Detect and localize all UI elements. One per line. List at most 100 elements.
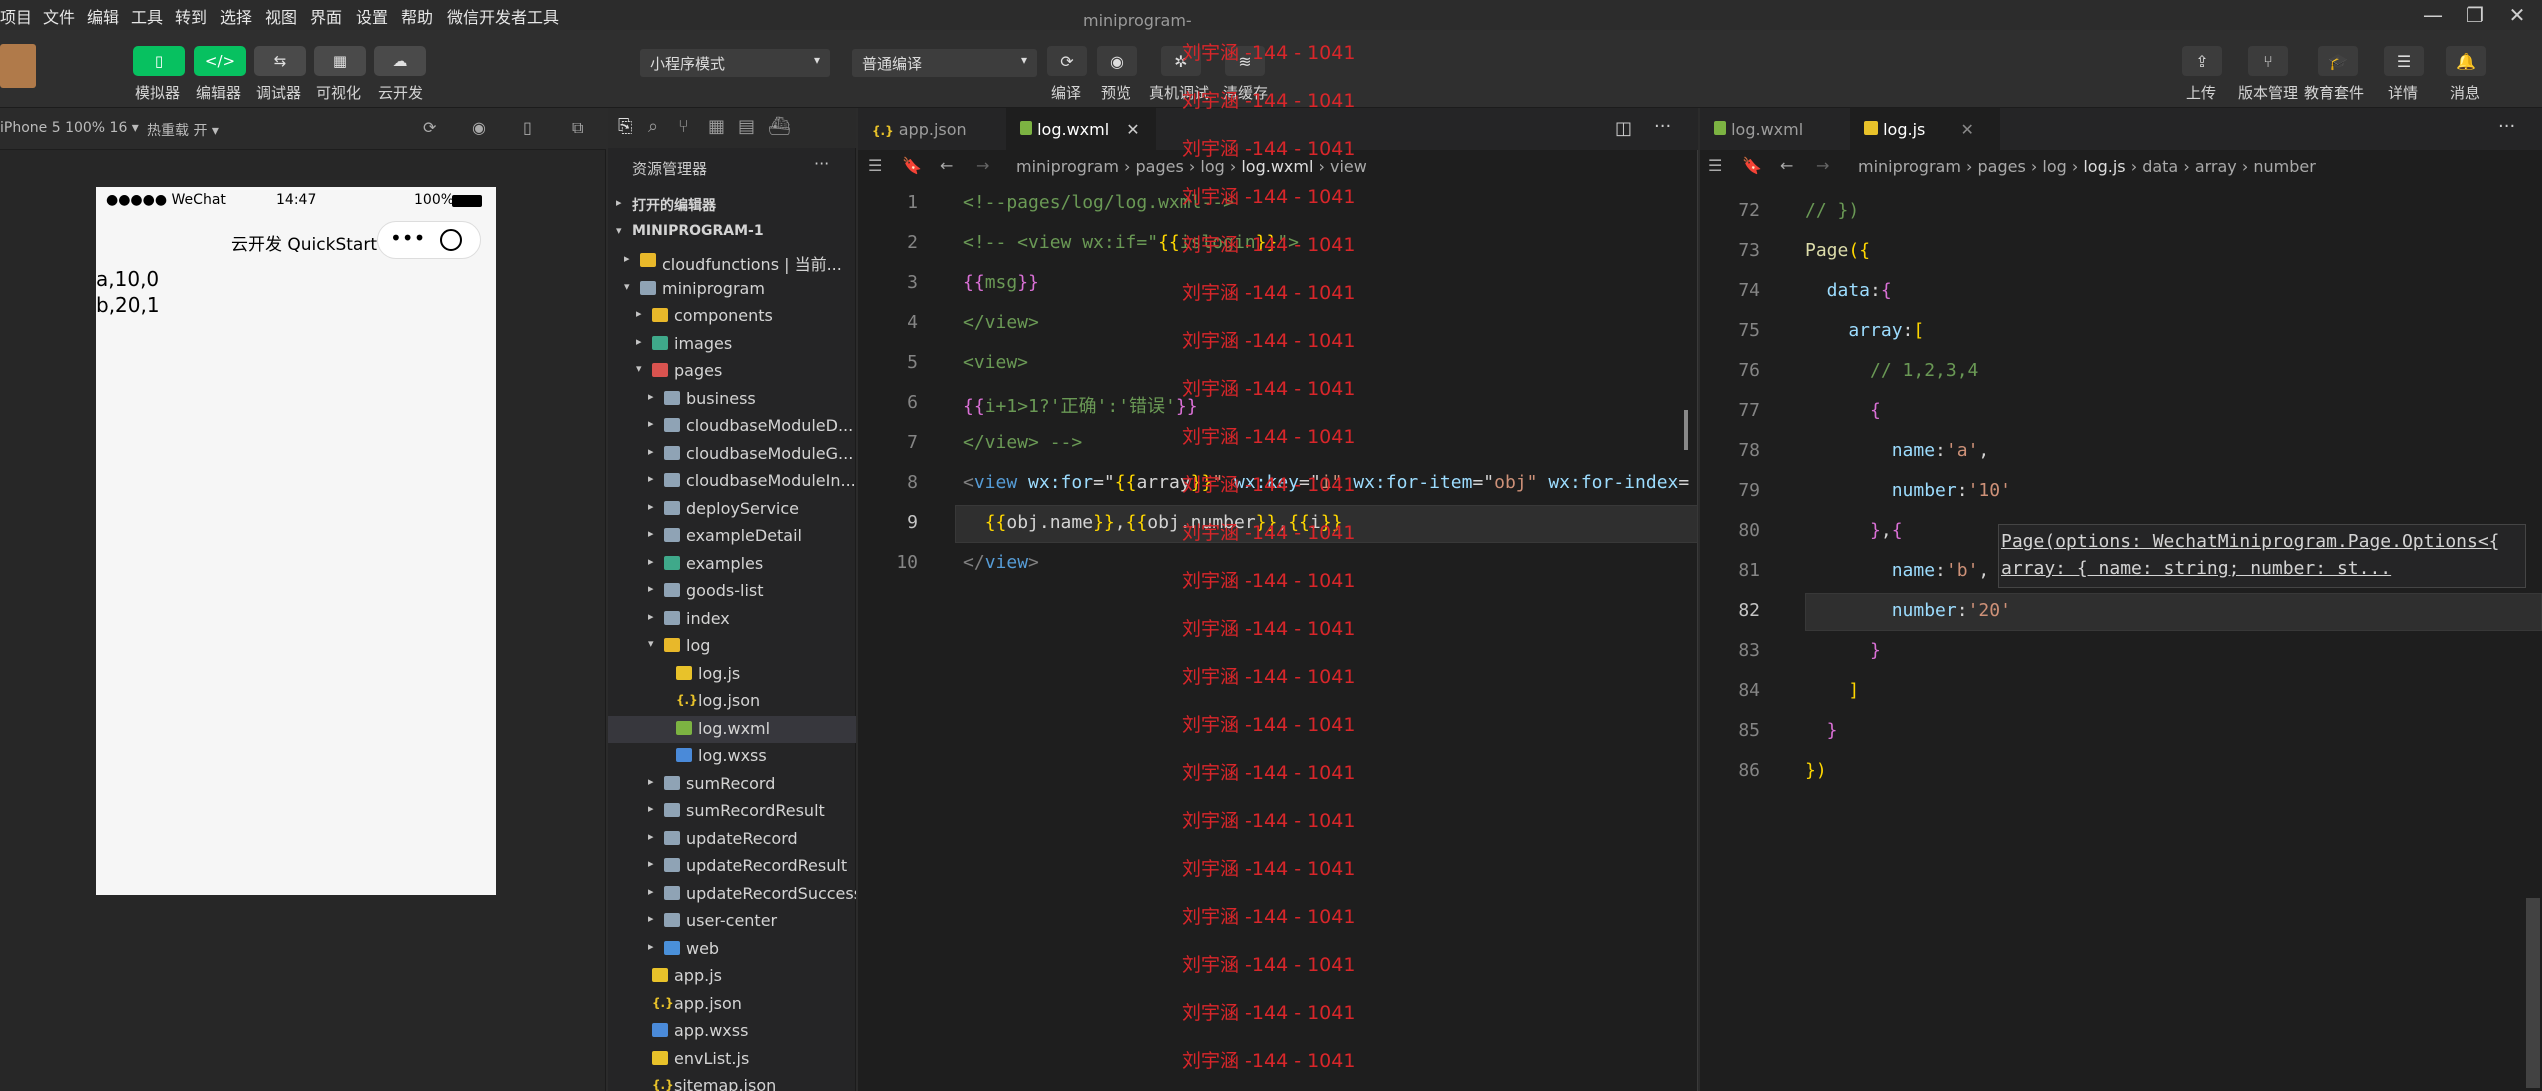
visual-toggle-button[interactable]: ▦ [314,46,366,76]
files-icon[interactable]: ⎘ [618,116,632,137]
breadcrumb-item[interactable]: pages [1978,157,2026,176]
phone-icon[interactable]: ▯ [523,118,532,137]
capsule-button[interactable]: ••• [377,221,481,259]
source-control-icon[interactable]: ⑂ [678,116,689,137]
preview-label[interactable]: 预览 [1101,82,1131,103]
menu-item[interactable]: 视图 [265,4,297,28]
tree-item[interactable]: ▸ updateRecordResult [608,853,856,880]
code-line[interactable]: // 1,2,3,4 [1805,360,1978,400]
code-line[interactable]: { [1805,400,1881,440]
breadcrumb-item[interactable]: array [2195,157,2237,176]
tree-item[interactable]: ▸ index [608,606,856,633]
tree-item[interactable]: app.wxss [608,1018,856,1045]
maximize-icon[interactable]: ❐ [2462,2,2488,28]
more-icon[interactable]: ••• [390,226,425,250]
bookmark-icon[interactable]: 🔖 [1742,156,1762,175]
tab-log-wxml[interactable]: log.wxml ✕ [1006,108,1156,150]
tree-item[interactable]: ▾ log [608,633,856,660]
tree-item[interactable]: ▸ cloudfunctions | 当前... [608,248,856,275]
breadcrumb-item[interactable]: miniprogram [1858,157,1961,176]
breadcrumb-item[interactable]: pages [1136,157,1184,176]
code-line[interactable]: name:'a', [1805,440,1990,480]
close-mini-icon[interactable] [440,229,462,251]
tree-item[interactable]: ▸ cloudbaseModuleG... [608,441,856,468]
code-line[interactable]: } [1805,640,1881,680]
forward-arrow-icon[interactable]: → [976,156,989,175]
tree-item[interactable]: ▸ cloudbaseModuleD... [608,413,856,440]
scrollbar[interactable] [2526,898,2540,1088]
back-arrow-icon[interactable]: ← [940,156,953,175]
code-line[interactable]: {{i+1>1?'正确':'错误'}} [963,392,1198,432]
code-line[interactable]: {{msg}} [963,272,1039,312]
code-line[interactable]: <view> [963,352,1028,392]
tree-item[interactable]: ▸ web [608,936,856,963]
docker-icon[interactable]: ⛴ [768,116,791,137]
menu-item[interactable]: 微信开发者工具 [447,4,559,28]
code-line[interactable]: // }) [1805,200,1859,240]
education-icon[interactable]: 🎓 [2318,46,2358,76]
more-actions-icon[interactable]: ··· [814,154,829,173]
bell-icon[interactable]: 🔔 [2446,46,2486,76]
tree-item[interactable]: {.} sitemap.json [608,1073,856,1091]
menu-item[interactable]: 设置 [356,4,388,28]
breadcrumb-item[interactable]: miniprogram [1016,157,1119,176]
list-icon[interactable]: ☰ [868,156,882,175]
bookmark-icon[interactable]: 🔖 [902,156,922,175]
menu-item[interactable]: 帮助 [401,4,433,28]
refresh-icon[interactable]: ⟳ [423,118,436,137]
breadcrumb-item[interactable]: log [2042,157,2066,176]
tree-item[interactable]: envList.js [608,1046,856,1073]
education-label[interactable]: 教育套件 [2304,82,2364,103]
menu-item[interactable]: 项目 [0,4,32,28]
tree-item[interactable]: log.wxss [608,743,856,770]
tree-item[interactable]: ▸ deployService [608,496,856,523]
tab-log-wxml-right[interactable]: log.wxml [1700,108,1850,150]
messages-label[interactable]: 消息 [2450,82,2480,103]
tree-item[interactable]: ▸ business [608,386,856,413]
code-line[interactable]: }) [1805,760,1827,800]
more-actions-icon[interactable]: ··· [2498,116,2515,137]
version-icon[interactable]: ⑂ [2248,46,2288,76]
compile-select[interactable]: 普通编译 ▾ [852,49,1037,77]
record-icon[interactable]: ◉ [472,118,486,137]
code-line[interactable]: number:'20' [1805,600,2011,640]
breadcrumb-item[interactable]: number [2253,157,2315,176]
open-editors-section[interactable]: ▸ 打开的编辑器 [608,192,856,219]
tree-item[interactable]: ▸ exampleDetail [608,523,856,550]
preview-icon[interactable]: ◉ [1097,46,1137,76]
upload-icon[interactable]: ⇪ [2182,46,2222,76]
simulator-toggle-button[interactable]: ▯ [133,46,185,76]
outline-icon[interactable]: ▤ [738,116,755,137]
forward-arrow-icon[interactable]: → [1816,156,1829,175]
tree-item[interactable]: log.js [608,661,856,688]
tree-item[interactable]: app.js [608,963,856,990]
mode-select[interactable]: 小程序模式 ▾ [640,49,830,77]
breadcrumb-item[interactable]: log.js [2083,157,2125,176]
details-icon[interactable]: ☰ [2384,46,2424,76]
back-arrow-icon[interactable]: ← [1780,156,1793,175]
breadcrumb-item[interactable]: data [2142,157,2178,176]
menu-item[interactable]: 转到 [175,4,207,28]
tab-log-js[interactable]: log.js ✕ [1850,108,2000,150]
close-window-icon[interactable]: ✕ [2504,2,2530,28]
tree-item[interactable]: ▸ updateRecordSuccess [608,881,856,908]
tree-item[interactable]: ▸ sumRecordResult [608,798,856,825]
tree-item[interactable]: log.wxml [608,715,856,743]
close-tab-icon[interactable]: ✕ [1126,120,1139,139]
split-editor-icon[interactable]: ◫ [1615,118,1632,139]
tree-item[interactable]: ▸ user-center [608,908,856,935]
code-line[interactable]: } [1805,720,1838,760]
tree-item[interactable]: ▸ examples [608,551,856,578]
menu-item[interactable]: 编辑 [87,4,119,28]
device-select[interactable]: iPhone 5 100% 16 ▾ [0,120,139,136]
upload-label[interactable]: 上传 [2186,82,2216,103]
close-tab-icon[interactable]: ✕ [1960,120,1973,139]
cloud-dev-button[interactable]: ☁ [374,46,426,76]
code-line[interactable]: </view> [963,312,1039,352]
minimize-icon[interactable]: — [2420,2,2446,28]
code-line[interactable]: ] [1805,680,1859,720]
compile-label[interactable]: 编译 [1051,82,1081,103]
code-line[interactable]: Page({ [1805,240,1870,280]
tree-item[interactable]: ▸ images [608,331,856,358]
code-line[interactable]: array:[ [1805,320,1924,360]
